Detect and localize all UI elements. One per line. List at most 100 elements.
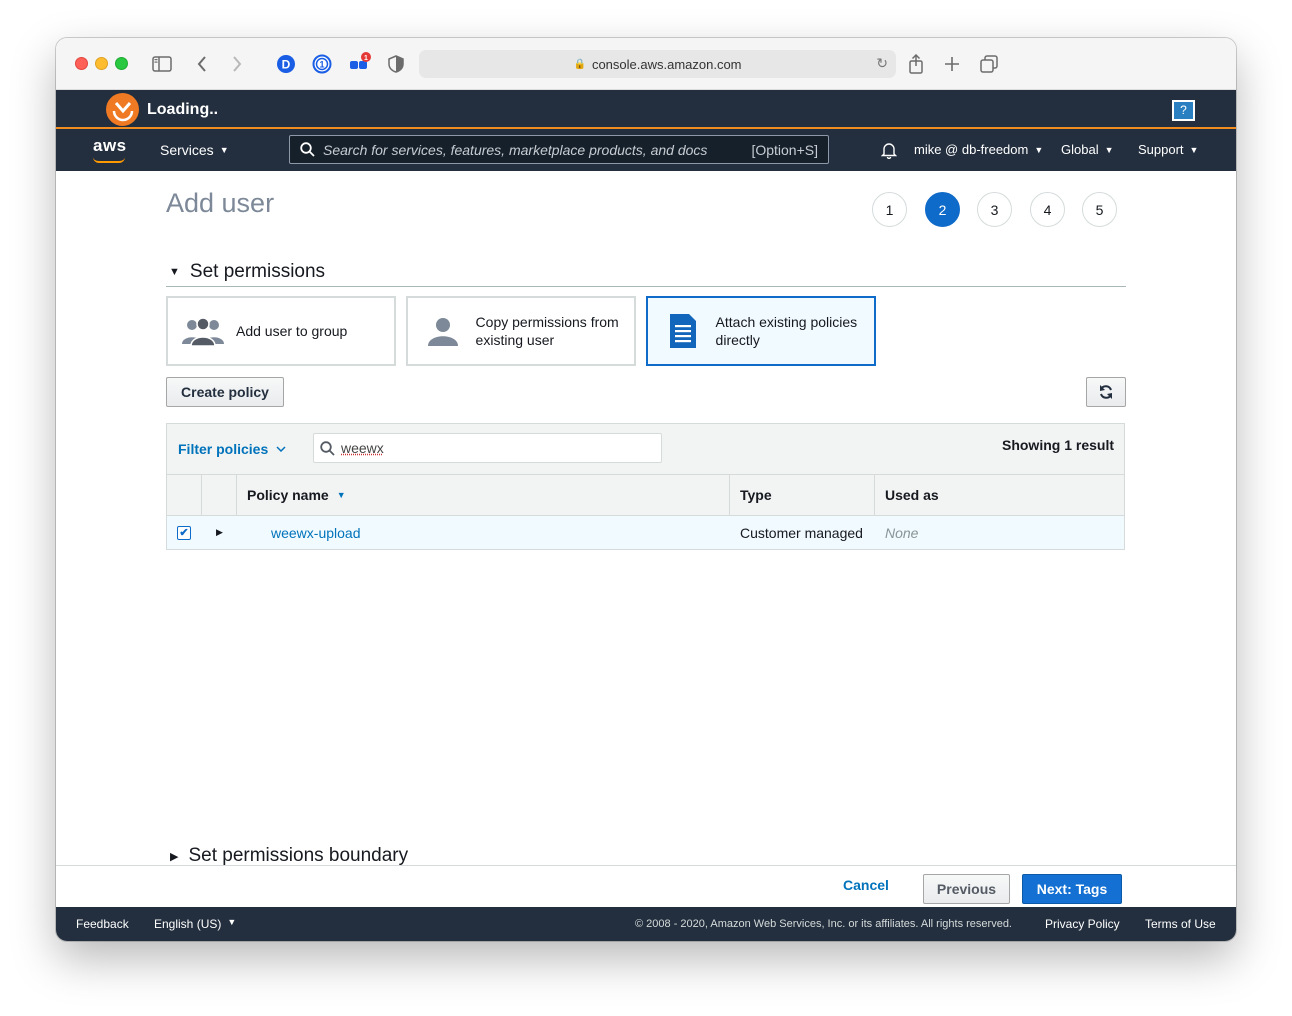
zoom-window-button[interactable] [115,57,128,70]
password-manager-icon[interactable]: 1 [312,52,332,76]
address-bar[interactable]: 🔒 console.aws.amazon.com ↻ [419,50,896,78]
policies-table: Policy name ▼ Type Used as ✔ ▶ weewx-upl… [166,474,1125,550]
search-placeholder: Search for services, features, marketpla… [323,141,708,158]
group-icon [180,316,226,346]
user-icon [420,316,466,346]
filter-policies-dropdown[interactable]: Filter policies [178,441,286,457]
services-menu[interactable]: Services ▼ [160,142,229,158]
support-label: Support [1138,142,1184,157]
reload-icon[interactable]: ↻ [876,55,888,72]
filter-value: weewx [341,440,384,456]
console-search-input[interactable]: Search for services, features, marketpla… [289,135,829,164]
filter-bar: Filter policies weewx Showing 1 result [166,423,1125,474]
set-permissions-header[interactable]: ▼ Set permissions [166,257,1126,287]
privacy-policy-link[interactable]: Privacy Policy [1045,917,1120,931]
terms-of-use-link[interactable]: Terms of Use [1145,917,1216,931]
extension-grid-icon[interactable]: 1 [348,52,372,76]
url-text: console.aws.amazon.com [591,56,742,72]
main-content: Add user 1 2 3 4 5 ▼ Set permissions Add… [56,171,1236,867]
option-label: Attach existing policies directly [715,314,858,348]
support-menu[interactable]: Support ▼ [1138,142,1198,157]
sidebar-toggle-icon[interactable] [152,52,172,76]
table-header: Policy name ▼ Type Used as [166,474,1125,516]
caret-down-icon: ▼ [227,917,237,927]
row-expand-cell: ▶ [202,516,237,549]
browser-window: D 1 1 🔒 console.aws.amazon.com ↻ Loading… [56,38,1236,941]
svg-text:1: 1 [319,60,324,70]
next-tags-button[interactable]: Next: Tags [1022,874,1122,904]
account-menu[interactable]: mike @ db-freedom ▼ [914,142,1043,157]
search-icon [300,142,315,157]
permissions-boundary-header[interactable]: ▶ Set permissions boundary [166,845,408,867]
option-label: Add user to group [236,323,348,339]
wizard-step-1[interactable]: 1 [872,192,907,227]
notifications-bell-icon[interactable] [881,142,897,159]
caret-down-icon: ▼ [1104,144,1114,155]
language-label: English (US) [154,917,222,931]
policy-link[interactable]: weewx-upload [271,525,361,541]
wizard-step-2[interactable]: 2 [925,192,960,227]
create-policy-button[interactable]: Create policy [166,377,284,407]
copyright-text: © 2008 - 2020, Amazon Web Services, Inc.… [635,918,1012,930]
table-row[interactable]: ✔ ▶ weewx-upload Customer managed None [166,516,1125,550]
tab-overview-icon[interactable] [980,52,998,76]
extension-d-icon[interactable]: D [276,52,296,76]
option-label: Copy permissions from existing user [475,314,619,348]
option-attach-policies[interactable]: Attach existing policies directly [646,296,876,366]
cancel-button[interactable]: Cancel [843,877,889,893]
loading-text: Loading.. [147,101,219,118]
wizard-step-5[interactable]: 5 [1082,192,1117,227]
account-label: mike @ db-freedom [914,142,1029,157]
caret-right-icon: ▶ [170,850,179,863]
feedback-link[interactable]: Feedback [76,917,129,931]
document-icon [660,313,706,349]
minimize-window-button[interactable] [95,57,108,70]
back-icon[interactable] [196,52,208,76]
region-menu[interactable]: Global ▼ [1061,142,1114,157]
caret-down-icon: ▼ [1034,144,1044,155]
wizard-step-4[interactable]: 4 [1030,192,1065,227]
extension-loading-bar: Loading.. ? [56,90,1236,129]
share-icon[interactable] [908,52,924,76]
region-label: Global [1061,142,1099,157]
wizard-step-3[interactable]: 3 [977,192,1012,227]
caret-down-icon: ▼ [219,145,229,155]
close-window-button[interactable] [75,57,88,70]
option-add-user-to-group[interactable]: Add user to group [166,296,396,366]
boundary-title: Set permissions boundary [188,845,409,866]
language-selector[interactable]: English (US) ▼ [154,917,236,931]
section-title: Set permissions [189,260,326,282]
services-label: Services [160,142,214,158]
new-tab-icon[interactable] [944,52,960,76]
refresh-button[interactable] [1086,377,1126,407]
sort-down-icon: ▼ [336,490,346,500]
shield-icon[interactable] [388,52,404,76]
caret-right-icon[interactable]: ▶ [216,527,223,538]
policy-type-cell: Customer managed [740,524,863,541]
header-select [167,475,202,515]
console-footer: Feedback English (US) ▼ © 2008 - 2020, A… [56,907,1236,941]
option-copy-permissions[interactable]: Copy permissions from existing user [406,296,636,366]
search-shortcut: [Option+S] [751,141,818,158]
previous-button[interactable]: Previous [923,874,1010,904]
filter-search-input[interactable]: weewx [313,433,662,463]
result-count: Showing 1 result [1001,437,1114,453]
browser-toolbar: D 1 1 🔒 console.aws.amazon.com ↻ [56,38,1236,90]
page-title: Add user [166,188,275,218]
search-icon [320,440,335,456]
refresh-icon [1100,385,1112,399]
header-type[interactable]: Type [730,475,875,515]
aws-logo[interactable]: aws [93,136,127,156]
header-used-as[interactable]: Used as [875,475,1124,515]
header-policy-name[interactable]: Policy name ▼ [237,475,730,515]
aws-navbar: aws Services ▼ Search for services, feat… [56,129,1236,171]
row-checkbox[interactable]: ✔ [177,525,191,540]
forward-icon[interactable] [231,52,243,76]
svg-text:1: 1 [364,55,368,62]
help-icon[interactable]: ? [1172,100,1195,121]
lock-icon: 🔒 [573,58,586,70]
extension-logo-icon [106,93,139,126]
header-expand [202,475,237,515]
caret-down-icon: ▼ [169,265,180,278]
aws-logo-smile [93,157,125,163]
